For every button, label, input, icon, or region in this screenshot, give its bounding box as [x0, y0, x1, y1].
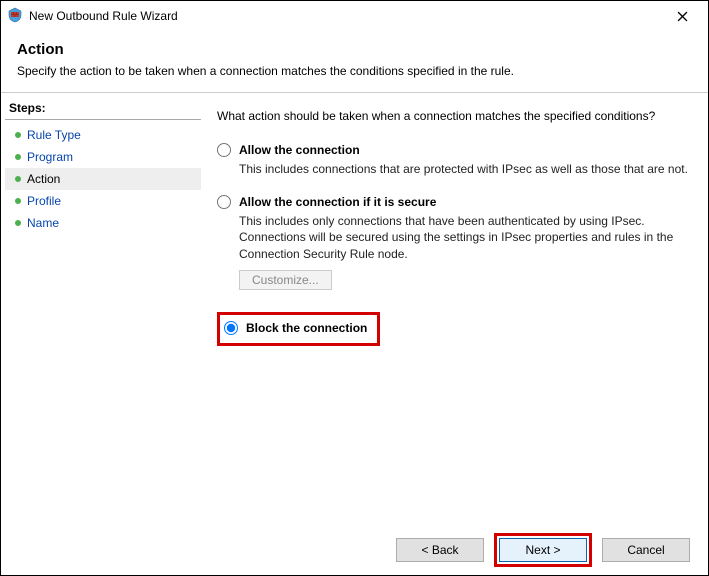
option-allow: Allow the connection This includes conne… — [217, 143, 688, 177]
step-program[interactable]: Program — [5, 146, 201, 168]
option-allow-label: Allow the connection — [239, 143, 360, 157]
radio-block[interactable] — [224, 321, 238, 335]
option-allow-secure-label: Allow the connection if it is secure — [239, 195, 436, 209]
bullet-icon — [15, 154, 21, 160]
highlight-block-option: Block the connection — [217, 312, 380, 346]
cancel-button[interactable]: Cancel — [602, 538, 690, 562]
back-button[interactable]: < Back — [396, 538, 484, 562]
radio-allow[interactable] — [217, 143, 231, 157]
option-block: Block the connection — [224, 321, 367, 335]
option-allow-secure: Allow the connection if it is secure Thi… — [217, 195, 688, 290]
close-icon — [677, 11, 688, 22]
next-button[interactable]: Next > — [499, 538, 587, 562]
step-label: Action — [27, 172, 60, 186]
close-button[interactable] — [662, 2, 702, 30]
firewall-icon — [7, 7, 23, 26]
customize-button: Customize... — [239, 270, 332, 290]
bullet-icon — [15, 198, 21, 204]
step-name[interactable]: Name — [5, 212, 201, 234]
footer: < Back Next > Cancel — [1, 525, 708, 575]
content-pane: What action should be taken when a conne… — [201, 93, 708, 524]
step-link[interactable]: Name — [27, 216, 59, 230]
window-title: New Outbound Rule Wizard — [29, 9, 662, 23]
step-link[interactable]: Rule Type — [27, 128, 81, 142]
titlebar: New Outbound Rule Wizard — [1, 1, 708, 31]
highlight-next: Next > — [494, 533, 592, 567]
question-text: What action should be taken when a conne… — [217, 109, 688, 123]
bullet-icon — [15, 132, 21, 138]
steps-sidebar: Steps: Rule Type Program Action Profile … — [1, 93, 201, 524]
step-link[interactable]: Program — [27, 150, 73, 164]
step-link[interactable]: Profile — [27, 194, 61, 208]
body: Steps: Rule Type Program Action Profile … — [1, 93, 708, 524]
steps-title: Steps: — [5, 99, 201, 120]
step-rule-type[interactable]: Rule Type — [5, 124, 201, 146]
bullet-icon — [15, 220, 21, 226]
option-block-label: Block the connection — [246, 321, 367, 335]
step-profile[interactable]: Profile — [5, 190, 201, 212]
option-allow-desc: This includes connections that are prote… — [239, 161, 688, 177]
header: Action Specify the action to be taken wh… — [1, 31, 708, 93]
option-allow-secure-desc: This includes only connections that have… — [239, 213, 688, 262]
page-title: Action — [17, 41, 692, 58]
radio-allow-secure[interactable] — [217, 195, 231, 209]
step-action: Action — [5, 168, 201, 190]
page-description: Specify the action to be taken when a co… — [17, 64, 692, 78]
bullet-icon — [15, 176, 21, 182]
